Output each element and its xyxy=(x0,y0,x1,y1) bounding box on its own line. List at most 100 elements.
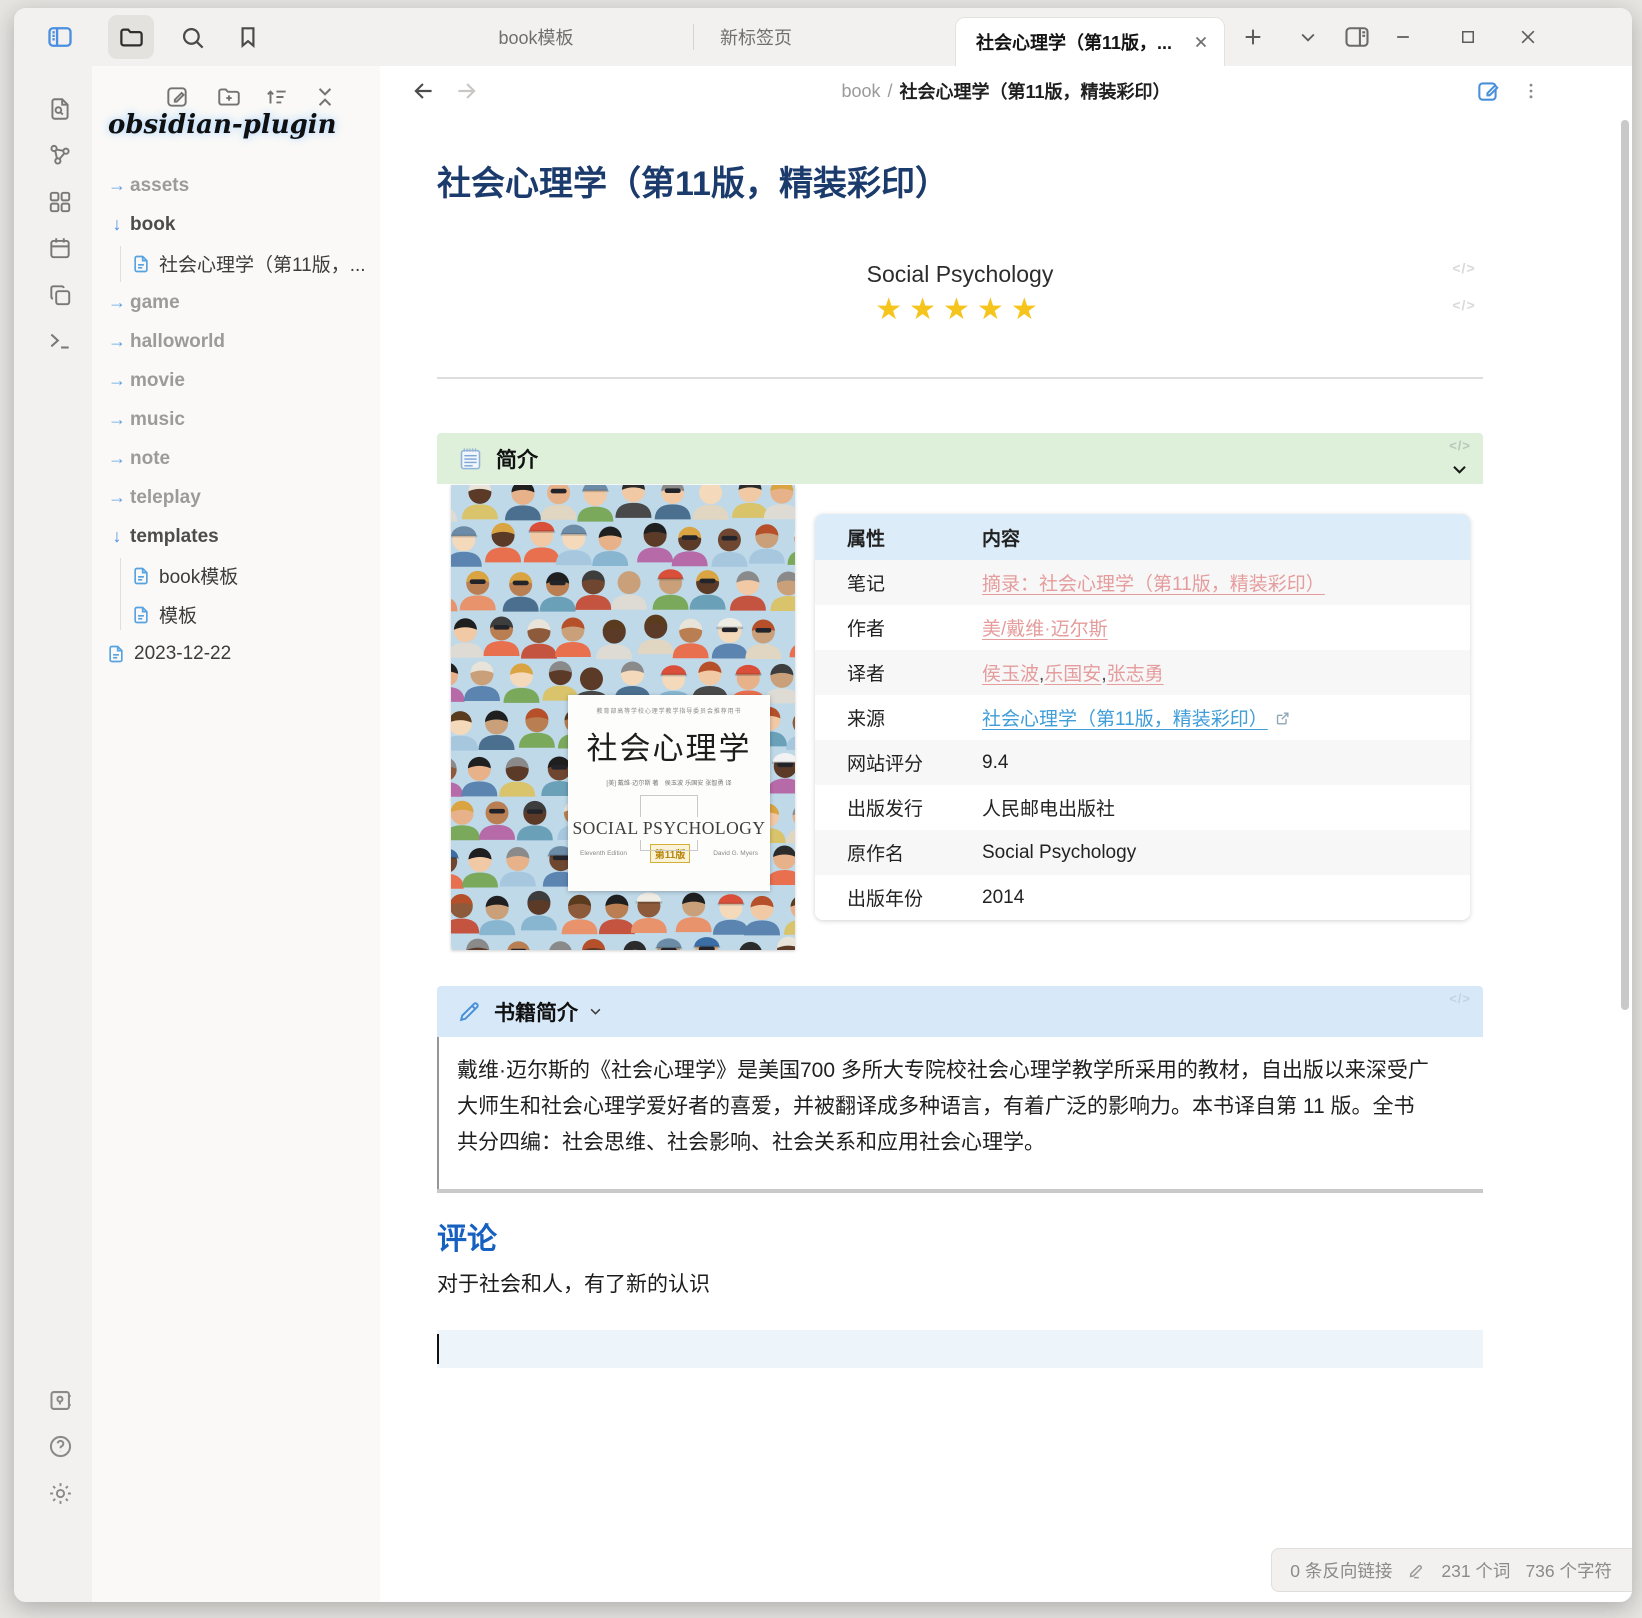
breadcrumb-title[interactable]: 社会心理学（第11版，精装彩印） xyxy=(900,78,1171,104)
panel-right-icon xyxy=(1343,23,1371,51)
files-tab-button[interactable] xyxy=(108,15,154,59)
tab-list-button[interactable] xyxy=(1291,22,1325,52)
pencil-icon xyxy=(457,999,482,1024)
code-block-edit-icon[interactable]: </> xyxy=(1449,991,1471,1006)
internal-link[interactable]: 侯玉波 xyxy=(982,664,1039,685)
rating-stars: ★★★★★ xyxy=(437,292,1483,327)
close-tab-icon[interactable] xyxy=(1192,33,1210,51)
minimize-button[interactable] xyxy=(1386,22,1420,52)
breadcrumb-folder[interactable]: book xyxy=(841,81,880,102)
new-tab-button[interactable] xyxy=(1236,22,1270,52)
table-row: 网站评分 9.4 xyxy=(815,740,1470,785)
cover-authors: [美] 戴维·迈尔斯 著 侯玉波 乐国安 张智勇 译 xyxy=(573,777,765,787)
folder-arrow-right-icon: → xyxy=(104,331,130,352)
collapse-chevron-icon[interactable] xyxy=(588,1004,603,1019)
search-tab-button[interactable] xyxy=(177,22,207,52)
templates-button[interactable] xyxy=(45,280,75,310)
code-block-edit-icon[interactable]: </> xyxy=(1449,438,1471,453)
terminal-button[interactable] xyxy=(45,326,75,356)
new-folder-icon xyxy=(216,84,242,110)
obsidian-window: book模板 新标签页 社会心理学（第11版，... xyxy=(14,8,1632,1602)
calendar-button[interactable] xyxy=(45,233,75,263)
settings-button[interactable] xyxy=(45,1478,75,1508)
word-count[interactable]: 231 个词 xyxy=(1441,1558,1510,1583)
internal-link[interactable]: 美/戴维·迈尔斯 xyxy=(982,619,1108,640)
tree-folder-assets[interactable]: →assets xyxy=(92,166,380,205)
vault-switcher-button[interactable] xyxy=(45,1385,75,1415)
file-explorer: obsidian-plugin →assets ↓book 社会心理学（第11版… xyxy=(92,66,381,1602)
internal-link[interactable]: 张志勇 xyxy=(1107,664,1164,685)
plus-icon xyxy=(1242,26,1264,48)
document-icon xyxy=(131,566,151,586)
code-block-edit-icon[interactable]: </> xyxy=(1442,260,1486,276)
new-note-button[interactable] xyxy=(162,82,192,112)
collapse-chevron-icon[interactable] xyxy=(1450,460,1469,479)
left-ribbon xyxy=(14,66,92,1602)
tree-folder-note[interactable]: →note xyxy=(92,439,380,478)
intro-section-header[interactable]: 简介 </> xyxy=(437,433,1483,484)
maximize-icon xyxy=(1459,28,1477,46)
book-cover-title-card: 教育部高等学校心理学教学指导委员会推荐用书 社会心理学 [美] 戴维·迈尔斯 著… xyxy=(568,695,770,891)
external-link[interactable]: 社会心理学（第11版，精装彩印） xyxy=(982,709,1268,730)
document-icon xyxy=(131,605,151,625)
tree-file-book-template[interactable]: book模板 xyxy=(92,556,380,595)
close-window-button[interactable] xyxy=(1511,22,1545,52)
comment-text: 对于社会和人，有了新的认识 xyxy=(437,1268,710,1298)
table-header-row: 属性 内容 xyxy=(815,514,1470,560)
minimize-icon xyxy=(1393,27,1413,47)
vertical-dots-icon xyxy=(1521,81,1541,101)
tree-folder-music[interactable]: →music xyxy=(92,400,380,439)
tree-folder-movie[interactable]: →movie xyxy=(92,361,380,400)
tree-file-template[interactable]: 模板 xyxy=(92,595,380,634)
summary-text: 戴维·迈尔斯的《社会心理学》是美国700 多所大专院校社会心理学教学所采用的教材… xyxy=(437,1037,1483,1189)
char-count[interactable]: 736 个字符 xyxy=(1525,1558,1612,1583)
internal-link[interactable]: 乐国安 xyxy=(1044,664,1101,685)
graph-view-button[interactable] xyxy=(45,140,75,170)
folder-arrow-down-icon: ↓ xyxy=(104,526,130,547)
intro-section-label: 简介 xyxy=(496,444,538,474)
more-options-button[interactable] xyxy=(1516,76,1546,106)
summary-section-header[interactable]: 书籍简介 </> xyxy=(437,986,1483,1037)
vault-title[interactable]: obsidian-plugin xyxy=(108,110,337,140)
panel-left-icon xyxy=(46,23,74,51)
code-block-edit-icon[interactable]: </> xyxy=(1442,297,1486,313)
table-row: 原作名 Social Psychology xyxy=(815,830,1470,875)
tree-file-daily-note[interactable]: 2023-12-22 xyxy=(92,634,380,673)
sort-order-button[interactable] xyxy=(262,82,292,112)
collapse-all-button[interactable] xyxy=(310,82,340,112)
maximize-button[interactable] xyxy=(1451,22,1485,52)
folder-icon xyxy=(118,24,145,51)
help-button[interactable] xyxy=(45,1431,75,1461)
tab-active-note[interactable]: 社会心理学（第11版，... xyxy=(955,17,1225,66)
tab-book-template[interactable]: book模板 xyxy=(380,8,692,66)
internal-link[interactable]: 摘录：社会心理学（第11版，精装彩印） xyxy=(982,574,1325,595)
layout-grid-icon xyxy=(47,189,73,215)
toggle-left-sidebar-button[interactable] xyxy=(45,22,75,52)
edit-mode-toggle-button[interactable] xyxy=(1473,76,1503,106)
quick-switcher-button[interactable] xyxy=(45,94,75,124)
tree-file-note-selected[interactable]: 社会心理学（第11版，... xyxy=(92,244,380,283)
summary-section-label: 书籍简介 xyxy=(494,997,578,1027)
tree-folder-halloworld[interactable]: →halloworld xyxy=(92,322,380,361)
tree-folder-game[interactable]: →game xyxy=(92,283,380,322)
new-folder-button[interactable] xyxy=(214,82,244,112)
note-subtitle: Social Psychology xyxy=(437,261,1483,288)
file-tree: →assets ↓book 社会心理学（第11版，... →game →hall… xyxy=(92,166,380,673)
cover-banner-text: 教育部高等学校心理学教学指导委员会推荐用书 xyxy=(576,705,762,714)
tab-new[interactable]: 新标签页 xyxy=(694,8,980,66)
horizontal-rule xyxy=(437,1189,1483,1193)
toggle-right-sidebar-button[interactable] xyxy=(1340,22,1374,52)
tree-folder-templates[interactable]: ↓templates xyxy=(92,517,380,556)
active-editor-line[interactable] xyxy=(437,1330,1483,1368)
edit-mode-icon[interactable] xyxy=(1407,1561,1426,1580)
scrollbar-thumb[interactable] xyxy=(1621,120,1629,1010)
folder-arrow-right-icon: → xyxy=(104,409,130,430)
sort-icon xyxy=(264,84,290,110)
canvas-button[interactable] xyxy=(45,187,75,217)
bookmarks-tab-button[interactable] xyxy=(233,22,263,52)
tree-folder-book[interactable]: ↓book xyxy=(92,205,380,244)
tab-label: 社会心理学（第11版，... xyxy=(976,29,1192,55)
status-bar: 0 条反向链接 231 个词 736 个字符 xyxy=(1271,1548,1632,1592)
backlinks-count[interactable]: 0 条反向链接 xyxy=(1290,1558,1392,1583)
tree-folder-teleplay[interactable]: →teleplay xyxy=(92,478,380,517)
